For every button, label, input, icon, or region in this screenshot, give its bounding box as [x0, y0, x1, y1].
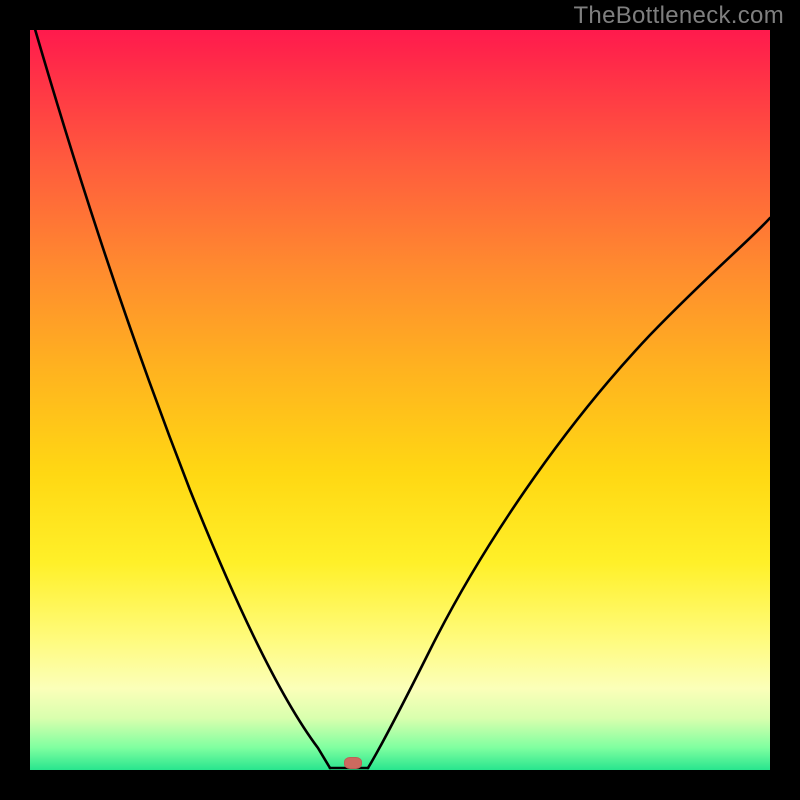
- curve-right: [368, 218, 770, 768]
- optimal-point-marker: [344, 757, 362, 769]
- chart-container: TheBottleneck.com: [0, 0, 800, 800]
- plot-area: [30, 30, 770, 770]
- bottleneck-curve: [30, 30, 770, 770]
- watermark-text: TheBottleneck.com: [573, 2, 784, 30]
- curve-left: [30, 30, 330, 768]
